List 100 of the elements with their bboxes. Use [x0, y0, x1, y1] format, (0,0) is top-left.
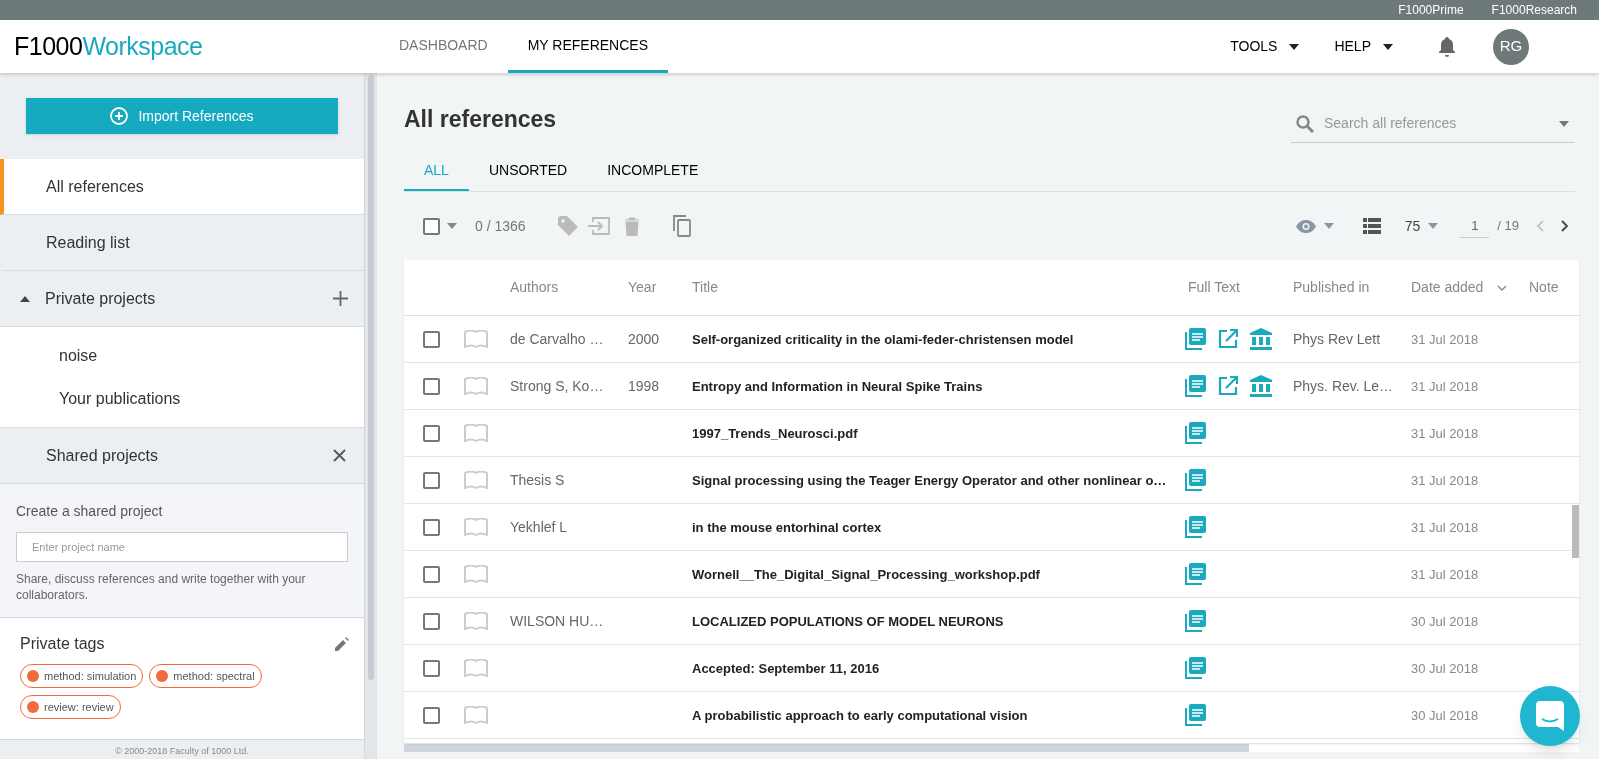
tag-icon[interactable] — [557, 216, 578, 236]
column-header[interactable]: Year — [628, 277, 692, 298]
plus-icon[interactable] — [333, 291, 348, 306]
external-link-icon[interactable] — [1218, 376, 1238, 396]
column-header[interactable]: Date added — [1411, 277, 1529, 298]
next-page-icon[interactable] — [1561, 220, 1569, 232]
book-icon[interactable] — [464, 612, 488, 630]
bell-icon[interactable] — [1438, 36, 1456, 57]
tab[interactable]: INCOMPLETE — [587, 151, 719, 191]
book-icon[interactable] — [464, 424, 488, 442]
pdf-icon[interactable] — [1185, 516, 1206, 538]
checkbox[interactable] — [423, 706, 440, 724]
project-item[interactable]: Your publications — [0, 377, 364, 420]
book-icon[interactable] — [464, 377, 488, 395]
checkbox[interactable] — [423, 659, 440, 677]
move-icon[interactable] — [587, 217, 610, 235]
title-cell: Wornell__The_Digital_Signal_Processing_workshop.pdf — [692, 567, 1040, 582]
table-cell: Yekhlef L — [510, 519, 568, 535]
search-field[interactable]: Search all references — [1324, 113, 1549, 134]
pdf-icon[interactable] — [1185, 610, 1206, 632]
bank-icon[interactable] — [1250, 328, 1272, 350]
book-icon[interactable] — [464, 659, 488, 677]
footer-text: © 2000-2018 Faculty of 1000 Ltd. — [114, 744, 250, 758]
section-title: Shared projects — [46, 445, 159, 466]
page-field[interactable]: 1 — [1460, 214, 1490, 238]
copy-icon[interactable] — [671, 215, 692, 237]
table-cell: 31 Jul 2018 — [1411, 332, 1479, 347]
eye-icon[interactable] — [1295, 219, 1316, 233]
table-cell: Strong S, Ko… — [510, 378, 604, 394]
checkbox[interactable] — [423, 377, 440, 395]
table-cell: 31 Jul 2018 — [1411, 473, 1479, 488]
external-link-icon[interactable] — [1218, 329, 1238, 349]
title-cell: in the mouse entorhinal cortex — [692, 520, 882, 535]
table-cell: 31 Jul 2018 — [1411, 379, 1479, 394]
menu-button[interactable]: TOOLS — [1230, 36, 1300, 57]
project-item[interactable]: noise — [0, 334, 364, 377]
checkbox[interactable] — [423, 217, 440, 235]
table-cell: Thesis S — [510, 472, 565, 488]
table-cell: Phys. Rev. Le… — [1293, 378, 1394, 394]
project-name-field[interactable]: Enter project name — [16, 532, 348, 562]
table-cell: WILSON HU… — [510, 613, 604, 629]
title-cell: LOCALIZED POPULATIONS OF MODEL NEURONS — [692, 614, 1004, 629]
table-cell: 31 Jul 2018 — [1411, 426, 1479, 441]
book-icon[interactable] — [464, 565, 488, 583]
title-cell: Signal processing using the Teager Energy Operator and other nonlinear o… — [692, 473, 1167, 488]
pencil-icon[interactable] — [335, 637, 349, 651]
sidebar-item[interactable]: All references — [0, 159, 364, 215]
trash-icon[interactable] — [623, 216, 640, 236]
logo[interactable]: F1000Workspace — [14, 27, 374, 66]
vertical-scrollbar-thumb — [1572, 505, 1579, 558]
caret-icon — [1289, 43, 1300, 50]
title-cell: 1997_Trends_Neurosci.pdf — [692, 426, 858, 441]
book-icon[interactable] — [464, 471, 488, 489]
pdf-icon[interactable] — [1185, 704, 1206, 726]
top-link[interactable]: F1000Prime — [1398, 1, 1464, 19]
checkbox[interactable] — [423, 612, 440, 630]
caret-icon — [1559, 120, 1569, 127]
title-cell: Accepted: September 11, 2016 — [692, 661, 880, 676]
close-icon[interactable] — [333, 449, 346, 462]
book-icon[interactable] — [464, 706, 488, 724]
checkbox[interactable] — [423, 518, 440, 536]
nav-tab[interactable]: DASHBOARD — [379, 20, 508, 73]
checkbox[interactable] — [423, 330, 440, 348]
pdf-icon[interactable] — [1185, 469, 1206, 491]
menu-button[interactable]: HELP — [1334, 36, 1393, 57]
title-cell: Self-organized criticality in the olami-feder-christensen model — [692, 332, 1074, 347]
bank-icon[interactable] — [1250, 375, 1272, 397]
book-icon[interactable] — [464, 330, 488, 348]
pdf-icon[interactable] — [1185, 563, 1206, 585]
checkbox[interactable] — [423, 471, 440, 489]
pdf-icon[interactable] — [1185, 328, 1206, 350]
caret-icon — [1323, 223, 1334, 229]
column-header[interactable]: Full Text — [1183, 277, 1293, 298]
table-cell: 30 Jul 2018 — [1411, 614, 1479, 629]
table-cell: 31 Jul 2018 — [1411, 567, 1479, 582]
tab[interactable]: UNSORTED — [468, 151, 588, 191]
section-title: Private projects — [45, 288, 156, 309]
list-icon[interactable] — [1362, 218, 1381, 234]
table-cell: Phys Rev Lett — [1293, 331, 1381, 347]
pdf-icon[interactable] — [1185, 657, 1206, 679]
top-link[interactable]: F1000Research — [1491, 1, 1577, 19]
title-cell: Entropy and Information in Neural Spike Trains — [692, 379, 983, 394]
book-icon[interactable] — [464, 518, 488, 536]
pdf-icon[interactable] — [1185, 422, 1206, 444]
column-header[interactable]: Title — [692, 277, 1183, 298]
caret-icon — [1383, 43, 1393, 50]
checkbox[interactable] — [423, 424, 440, 442]
per-page-select[interactable]: 75 — [1404, 215, 1439, 237]
table-cell: 2000 — [628, 331, 660, 347]
checkbox[interactable] — [423, 565, 440, 583]
previous-page-icon[interactable] — [1536, 220, 1544, 232]
column-header[interactable]: Note — [1529, 277, 1579, 298]
table-cell: 30 Jul 2018 — [1411, 708, 1479, 723]
title-cell: A probabilistic approach to early computational vision — [692, 708, 1028, 723]
pdf-icon[interactable] — [1185, 375, 1206, 397]
column-header[interactable]: Authors — [510, 277, 628, 298]
sidebar-item[interactable]: Reading list — [0, 215, 364, 271]
avatar[interactable]: RG — [1493, 28, 1529, 65]
page-total: / 19 — [1497, 217, 1519, 236]
column-header[interactable]: Published in — [1293, 277, 1411, 298]
